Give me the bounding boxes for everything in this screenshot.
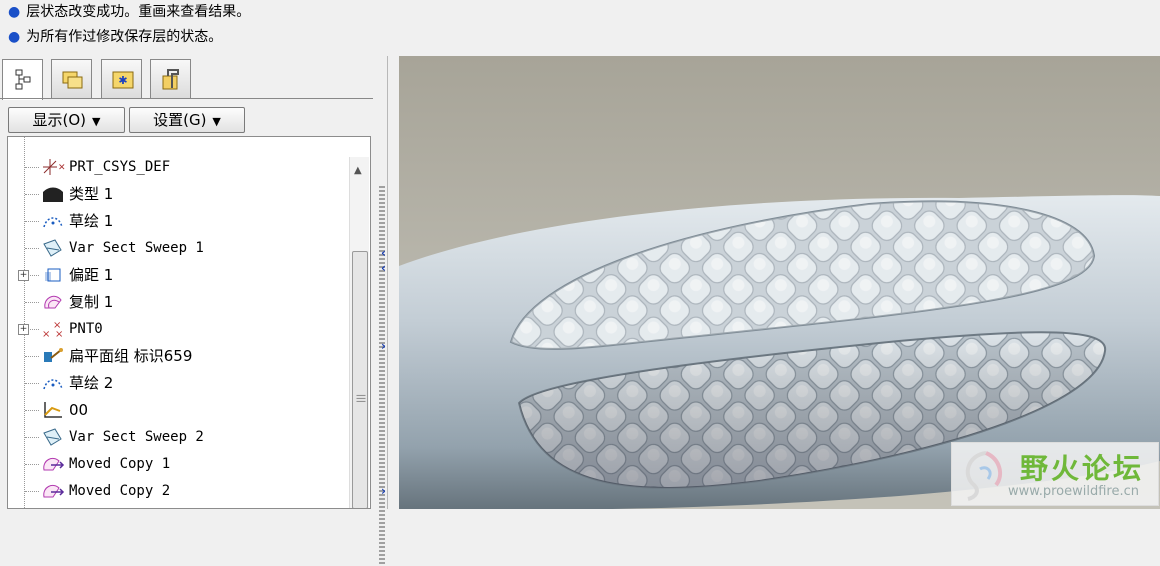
watermark-url: www.proewildfire.cn [1008, 484, 1139, 499]
watermark: 野火论坛 www.proewildfire.cn [951, 442, 1159, 506]
message-text: 层状态改变成功。重画来查看结果。 [26, 4, 251, 20]
svg-text:✱: ✱ [118, 74, 127, 87]
tools-icon [162, 69, 179, 90]
sweep-icon [41, 238, 65, 258]
tree-item[interactable]: 00 [8, 397, 344, 423]
csys-icon: ✕ [41, 157, 66, 177]
tree-guide-line [25, 356, 39, 357]
scroll-up-icon[interactable]: ▲ [354, 165, 362, 176]
tree-item[interactable]: + × × × PNT0 [8, 316, 344, 342]
tab-separator [0, 98, 373, 99]
tree-item-label: 草绘 2 [69, 374, 114, 392]
tree-item-label: Moved Copy 2 [69, 483, 171, 499]
folder-browser-tab[interactable] [51, 59, 92, 98]
tree-item[interactable]: 类型 1 [8, 181, 344, 207]
moved-copy-icon [41, 454, 65, 474]
sash-divider [387, 56, 388, 509]
expand-icon[interactable]: + [18, 324, 29, 335]
tree-guide-line [25, 464, 39, 465]
message-line: ● 为所有作过修改保存层的状态。 [8, 26, 222, 48]
tree-item[interactable]: Moved Copy 1 [8, 451, 344, 477]
tree-item[interactable]: 复制 1 [8, 289, 344, 315]
collapse-left-icon[interactable]: ‹ [381, 246, 386, 260]
expand-right-icon[interactable]: › [381, 484, 386, 498]
watermark-title: 野火论坛 [1020, 452, 1145, 485]
flatten-quilt-icon [41, 346, 65, 366]
tree-guide-line [25, 248, 39, 249]
tree-guide-line [25, 167, 39, 168]
tree-item[interactable]: 草绘 2 [8, 370, 344, 396]
message-text: 为所有作过修改保存层的状态。 [26, 29, 223, 45]
scrollbar-thumb[interactable]: — — — [352, 251, 368, 508]
favorites-icon: ✱ [112, 71, 134, 89]
navigator-panel: ✱ 显示(O) ▼ 设置(G) ▼ ✕ PRT_CSYS_DEF 类型 1 草绘 1 Var… [0, 56, 377, 509]
show-menu-button[interactable]: 显示(O) ▼ [8, 107, 125, 133]
grip-icon: — — — [356, 390, 366, 407]
tree-item[interactable]: Moved Copy 2 [8, 478, 344, 504]
tree-item[interactable]: + 偏距 1 [8, 262, 344, 288]
sketch-icon [41, 211, 65, 231]
message-area: ● 层状态改变成功。重画来查看结果。 ● 为所有作过修改保存层的状态。 [0, 0, 1160, 56]
tree-guide-line [25, 437, 39, 438]
type-feature-icon [41, 184, 65, 204]
panel-sash[interactable]: ‹ ‹ › › [377, 56, 399, 566]
tree-guide-line [25, 410, 39, 411]
collapse-left-icon[interactable]: ‹ [381, 261, 386, 275]
dropdown-arrow-icon: ▼ [92, 115, 101, 128]
tree-item-label: PRT_CSYS_DEF [69, 159, 171, 175]
tree-item[interactable]: Var Sect Sweep 2 [8, 424, 344, 450]
tree-vertical-scrollbar[interactable]: ▲ — — — [349, 157, 369, 508]
tree-item-label: 类型 1 [69, 185, 114, 203]
favorites-tab[interactable]: ✱ [101, 59, 142, 98]
model-tree-icon [15, 69, 31, 90]
tree-item[interactable]: ✕ PRT_CSYS_DEF [8, 154, 344, 180]
sweep-icon [41, 427, 65, 447]
datum-point-icon: × × × [41, 319, 65, 340]
folder-icon [62, 71, 83, 89]
svg-text:×: × [55, 329, 63, 339]
tree-item-label: 复制 1 [69, 293, 114, 311]
svg-text:✕: ✕ [58, 163, 65, 173]
message-line: ● 层状态改变成功。重画来查看结果。 [8, 1, 250, 23]
tree-item-label: 扁平面组 标识659 [69, 347, 193, 365]
show-menu-label: 显示(O) [32, 111, 87, 129]
connections-tab[interactable] [150, 59, 191, 98]
svg-text:×: × [42, 329, 50, 339]
tree-guide-line [25, 194, 39, 195]
tree-item-label: Var Sect Sweep 2 [69, 429, 204, 445]
model-tree[interactable]: ✕ PRT_CSYS_DEF 类型 1 草绘 1 Var Sect Sweep 1 + 偏距… [7, 136, 371, 509]
tree-item-label: 00 [69, 401, 89, 419]
offset-icon [41, 265, 65, 285]
model-tree-tab[interactable] [2, 59, 43, 100]
tree-guide-line [25, 383, 39, 384]
tree-item-label: Moved Copy 1 [69, 456, 171, 472]
settings-menu-button[interactable]: 设置(G) ▼ [129, 107, 245, 133]
tree-item[interactable]: Var Sect Sweep 1 [8, 235, 344, 261]
tree-item-label: PNT0 [69, 321, 103, 337]
expand-icon[interactable]: + [18, 270, 29, 281]
bullet-icon: ● [8, 29, 21, 45]
dropdown-arrow-icon: ▼ [212, 115, 221, 128]
sketch-icon [41, 373, 65, 393]
tree-guide-line [25, 302, 39, 303]
expand-right-icon[interactable]: › [381, 339, 386, 353]
sash-grip [379, 186, 385, 566]
tree-item[interactable]: 扁平面组 标识659 [8, 343, 344, 369]
tree-item-label: Var Sect Sweep 1 [69, 240, 204, 256]
tree-guide-line [25, 491, 39, 492]
tree-item-label: 偏距 1 [69, 266, 114, 284]
tree-item-label: 草绘 1 [69, 212, 114, 230]
tree-guide-line [25, 221, 39, 222]
bullet-icon: ● [8, 4, 21, 20]
copy-icon [41, 292, 65, 312]
tree-item[interactable]: 草绘 1 [8, 208, 344, 234]
moved-copy-icon [41, 481, 65, 501]
settings-menu-label: 设置(G) [153, 111, 207, 129]
watermark-logo-icon [965, 451, 1003, 501]
graph-icon [41, 400, 65, 420]
